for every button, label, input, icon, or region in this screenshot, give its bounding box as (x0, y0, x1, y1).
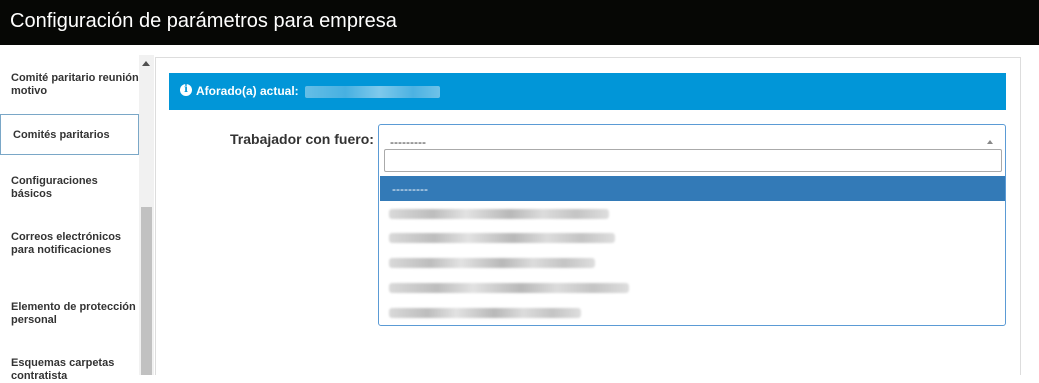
redacted-option-text (389, 283, 629, 293)
sidebar-item-esquemas-carpetas-contratista[interactable]: Esquemas carpetas contratista (0, 357, 139, 383)
dropdown-arrow-icon[interactable] (987, 140, 993, 144)
aforado-alert: i Aforado(a) actual: (169, 73, 1006, 110)
redacted-option-text (389, 233, 615, 243)
select-option-redacted[interactable] (380, 300, 1005, 322)
select-option-redacted[interactable] (380, 250, 1005, 275)
select-current-value: --------- (390, 135, 426, 149)
redacted-option-text (389, 209, 609, 219)
sidebar-item-correos-electronicos[interactable]: Correos electrónicos para notificaciones (0, 231, 139, 257)
sidebar-scrollbar[interactable] (139, 55, 154, 375)
select-option-redacted[interactable] (380, 201, 1005, 226)
page-title: Configuración de parámetros para empresa (10, 10, 397, 32)
sidebar-item-comite-paritario-reunion-motivo[interactable]: Comité paritario reunión motivo (0, 72, 139, 98)
sidebar-item-elemento-proteccion-personal[interactable]: Elemento de protección personal (0, 301, 139, 327)
trabajador-con-fuero-select[interactable]: --------- --------- (378, 124, 1006, 326)
redacted-option-text (389, 258, 595, 268)
trabajador-con-fuero-label: Trabajador con fuero: (230, 131, 374, 147)
sidebar-item-configuraciones-basicos[interactable]: Configuraciones básicos (0, 175, 139, 201)
select-option-redacted[interactable] (380, 275, 1005, 300)
select-option-redacted[interactable] (380, 225, 1005, 250)
sidebar-item-comites-paritarios[interactable]: Comités paritarios (0, 114, 139, 155)
redacted-aforado-name (305, 86, 440, 98)
scrollbar-thumb[interactable] (141, 207, 152, 375)
redacted-option-text (389, 308, 581, 318)
scroll-up-arrow-icon[interactable] (142, 61, 150, 66)
title-bar: Configuración de parámetros para empresa (0, 0, 1039, 45)
aforado-label: Aforado(a) actual: (196, 84, 299, 98)
info-circle-icon: i (180, 84, 192, 96)
select-option-empty[interactable]: --------- (380, 176, 1005, 201)
select-search-input[interactable] (384, 149, 1002, 172)
sidebar: Comité paritario reunión motivo Comités … (0, 55, 154, 382)
